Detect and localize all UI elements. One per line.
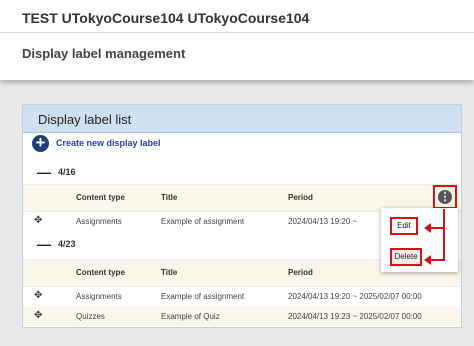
course-title: TEST UTokyoCourse104 UTokyoCourse104 <box>22 10 310 26</box>
cell-title: Example of assignment <box>161 217 245 226</box>
cell-period: 2024/04/13 19:20 ~ <box>288 217 358 226</box>
column-header-content-type: Content type <box>76 268 125 277</box>
minus-icon[interactable]: — <box>37 237 51 251</box>
column-header-title: Title <box>161 268 178 277</box>
table-row[interactable]: ✥ Assignments Example of assignment 2024… <box>23 287 461 306</box>
minus-icon[interactable]: — <box>37 165 51 179</box>
delete-menu-item[interactable]: Delete <box>390 248 422 266</box>
more-vertical-icon[interactable]: ⋮ <box>438 190 452 204</box>
group-date: 4/16 <box>58 167 76 177</box>
cell-period: 2024/04/13 19:23 ~ 2025/02/07 00:00 <box>288 312 422 321</box>
cell-content-type: Quizzes <box>76 312 105 321</box>
create-label-link[interactable]: Create new display label <box>56 138 161 148</box>
column-header-period: Period <box>288 268 313 277</box>
cell-content-type: Assignments <box>76 292 122 301</box>
plus-circle-icon[interactable]: + <box>32 134 49 152</box>
page-title: Display label management <box>22 46 186 61</box>
move-icon[interactable]: ✥ <box>34 310 42 321</box>
column-header-content-type: Content type <box>76 193 125 202</box>
move-icon[interactable]: ✥ <box>34 290 42 301</box>
more-button-highlight: ⋮ <box>433 185 457 209</box>
panel-header: Display label list <box>23 105 461 133</box>
move-icon[interactable]: ✥ <box>34 215 42 226</box>
cell-title: Example of Quiz <box>161 312 220 321</box>
row-actions-menu: Edit Delete <box>381 208 458 272</box>
cell-content-type: Assignments <box>76 217 122 226</box>
panel-title: Display label list <box>38 112 132 127</box>
column-header-period: Period <box>288 193 313 202</box>
cell-period: 2024/04/13 19:20 ~ 2025/02/07 00:00 <box>288 292 422 301</box>
header-divider <box>0 32 474 33</box>
edit-menu-item[interactable]: Edit <box>390 217 418 235</box>
column-header-title: Title <box>161 193 178 202</box>
table-row[interactable]: ✥ Quizzes Example of Quiz 2024/04/13 19:… <box>23 307 461 326</box>
group-date: 4/23 <box>58 239 76 249</box>
course-header: TEST UTokyoCourse104 UTokyoCourse104 Dis… <box>0 0 474 80</box>
cell-title: Example of assignment <box>161 292 245 301</box>
